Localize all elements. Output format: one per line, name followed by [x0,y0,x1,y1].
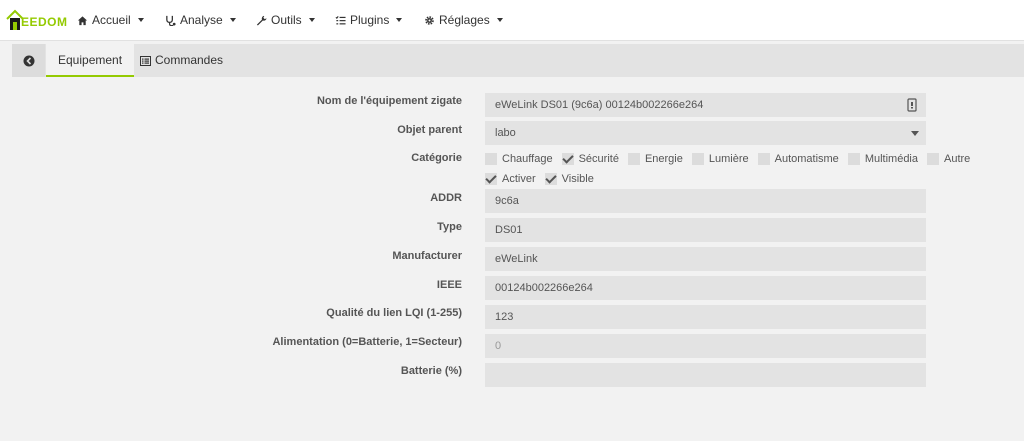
tab-equipment[interactable]: Equipement [46,44,134,77]
checkbox[interactable] [757,153,770,165]
category-label-text: Chauffage [502,153,553,165]
nav-accueil-label: Accueil [92,13,131,27]
name-input[interactable]: eWeLink DS01 (9c6a) 00124b002266e264 [485,93,926,117]
category-label-text: Sécurité [578,153,619,165]
category-energie[interactable]: Energie [627,153,683,165]
nav-plugins[interactable]: Plugins [335,12,403,28]
category-label-text: Autre [944,153,971,165]
category-securite[interactable]: Sécurité [561,153,619,165]
jeedom-logo[interactable]: EEDOM [5,6,67,34]
lqi-value: 123 [495,311,514,323]
ieee-value: 00124b002266e264 [495,282,593,294]
addr-value: 9c6a [495,195,519,207]
checkbox[interactable] [544,173,557,185]
option-visible[interactable]: Visible [544,173,594,185]
name-value: eWeLink DS01 (9c6a) 00124b002266e264 [495,99,704,111]
chevron-down-icon [308,18,315,22]
category-lumiere[interactable]: Lumière [691,153,749,165]
checkbox[interactable] [485,173,497,185]
ieee-input[interactable]: 00124b002266e264 [485,276,926,300]
category-chauffage[interactable]: Chauffage [485,153,553,165]
logo-text: EEDOM [21,15,68,29]
checkbox[interactable] [691,153,704,165]
list-alt-icon [140,55,151,66]
chevron-down-icon [137,18,144,22]
power-placeholder: 0 [495,340,502,352]
category-automatisme[interactable]: Automatisme [757,153,839,165]
checkbox[interactable] [485,153,497,165]
chevron-down-icon [496,18,503,22]
option-activer[interactable]: Activer [485,173,536,185]
addr-input[interactable]: 9c6a [485,189,926,213]
lqi-input[interactable]: 123 [485,305,926,329]
tab-commands-label: Commandes [155,53,224,67]
manufacturer-input[interactable]: eWeLink [485,247,926,271]
name-label: Nom de l'équipement zigate [316,95,462,107]
tab-equipment-label: Equipement [58,53,123,67]
tasks-icon [335,15,346,24]
chevron-down-icon [229,18,236,22]
category-label-text: Multimédia [864,153,918,165]
category-label-text: Automatisme [774,153,839,165]
nav-analyse-label: Analyse [180,13,223,27]
chevron-down-icon [396,18,403,22]
nav-plugins-label: Plugins [350,13,390,27]
home-icon [77,15,88,25]
nav-analyse[interactable]: Analyse [165,12,236,28]
stethoscope-icon [166,15,176,26]
lqi-label: Qualité du lien LQI (1-255) [326,307,462,319]
chevron-down-icon [911,131,919,136]
wrench-icon [256,15,267,26]
checkbox[interactable] [627,153,640,165]
parent-label: Objet parent [397,124,462,136]
parent-value: labo [495,127,516,139]
ieee-label: IEEE [436,279,462,291]
category-label-text: Energie [644,153,683,165]
nav-outils[interactable]: Outils [256,12,315,28]
type-label: Type [437,221,462,233]
option-checkboxes: Activer Visible [485,171,603,187]
cog-icon [425,15,434,25]
manufacturer-value: eWeLink [495,253,538,265]
option-label-text: Visible [561,173,594,185]
battery-input[interactable] [485,363,926,387]
category-label-text: Lumière [708,153,749,165]
checkbox[interactable] [927,153,939,165]
category-checkboxes: Chauffage Sécurité Energie Lumière Autom… [485,151,979,167]
option-label-text: Activer [502,173,536,185]
checkbox[interactable] [847,153,860,165]
nav-outils-label: Outils [271,13,302,27]
nav-accueil[interactable]: Accueil [77,12,144,28]
manufacturer-label: Manufacturer [392,250,462,262]
addr-label: ADDR [430,192,462,204]
tab-commands[interactable]: Commandes [134,44,230,77]
type-value: DS01 [495,224,523,236]
power-label: Alimentation (0=Batterie, 1=Secteur) [272,336,462,348]
arrow-circle-left-icon [23,55,34,66]
power-input[interactable]: 0 [485,334,926,358]
top-navbar: EEDOM Accueil Analyse Outils Plugins Rég… [0,0,1024,41]
category-label: Catégorie [411,152,462,164]
battery-label: Batterie (%) [400,365,462,377]
mobile-icon[interactable] [907,98,917,112]
nav-reglages-label: Réglages [439,13,490,27]
checkbox[interactable] [561,153,574,165]
type-input[interactable]: DS01 [485,218,926,242]
category-multimedia[interactable]: Multimédia [847,153,918,165]
nav-reglages[interactable]: Réglages [424,12,503,28]
parent-select[interactable]: labo [485,121,926,145]
back-button[interactable] [12,44,45,77]
category-autre[interactable]: Autre [927,153,970,165]
